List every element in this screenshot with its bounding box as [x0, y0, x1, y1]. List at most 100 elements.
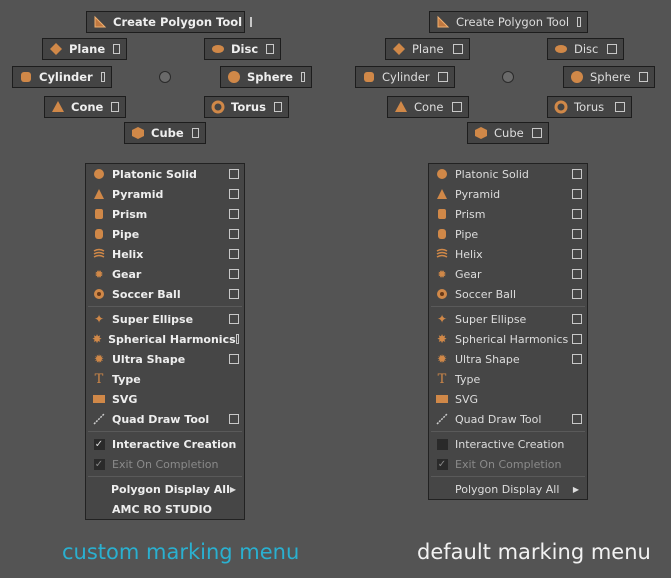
- option-box[interactable]: [235, 334, 239, 344]
- cube-item[interactable]: Cube: [467, 122, 549, 144]
- option-box[interactable]: [638, 72, 648, 82]
- list-item[interactable]: Soccer Ball: [429, 284, 587, 304]
- option-box[interactable]: [300, 72, 305, 82]
- list-item[interactable]: Quad Draw Tool: [86, 409, 244, 429]
- option-box[interactable]: [572, 314, 582, 324]
- option-box[interactable]: [572, 414, 582, 424]
- list-item[interactable]: Polygon Display All ▶: [86, 479, 244, 499]
- list-item[interactable]: ✦ Super Ellipse: [86, 309, 244, 329]
- disc-item[interactable]: Disc: [204, 38, 281, 60]
- item-label: Exit On Completion: [112, 457, 219, 471]
- plane-item[interactable]: Plane: [42, 38, 127, 60]
- option-box[interactable]: [229, 269, 239, 279]
- option-box[interactable]: [111, 102, 119, 112]
- option-box[interactable]: [250, 17, 253, 27]
- list-item[interactable]: ✦ Super Ellipse: [429, 309, 587, 329]
- list-item[interactable]: Prism: [429, 204, 587, 224]
- option-box[interactable]: [607, 44, 617, 54]
- list-item[interactable]: Pipe: [86, 224, 244, 244]
- option-box[interactable]: [229, 289, 239, 299]
- prism-icon: [435, 207, 449, 221]
- cone-item[interactable]: Cone: [387, 96, 469, 118]
- option-box[interactable]: [229, 249, 239, 259]
- list-item[interactable]: ✹ Gear: [86, 264, 244, 284]
- list-item[interactable]: SVG: [429, 389, 587, 409]
- cube-item[interactable]: Cube: [124, 122, 206, 144]
- option-box[interactable]: [273, 102, 282, 112]
- list-item[interactable]: Quad Draw Tool: [429, 409, 587, 429]
- plane-item[interactable]: Plane: [385, 38, 470, 60]
- list-item[interactable]: Platonic Solid: [429, 164, 587, 184]
- option-box[interactable]: [229, 209, 239, 219]
- disc-item[interactable]: Disc: [547, 38, 624, 60]
- cylinder-item[interactable]: Cylinder: [355, 66, 455, 88]
- list-item[interactable]: Interactive Creation: [429, 434, 587, 454]
- list-item[interactable]: ✸ Spherical Harmonics: [429, 329, 587, 349]
- list-item[interactable]: Pipe: [429, 224, 587, 244]
- separator: [431, 476, 585, 477]
- option-box[interactable]: [266, 44, 274, 54]
- option-box[interactable]: [438, 72, 448, 82]
- disc-icon: [211, 42, 225, 56]
- option-box[interactable]: [572, 289, 582, 299]
- option-box[interactable]: [229, 169, 239, 179]
- list-item[interactable]: T Type: [86, 369, 244, 389]
- ultra-shape-icon: ✹: [436, 352, 448, 366]
- option-box[interactable]: [229, 314, 239, 324]
- option-box[interactable]: [229, 354, 239, 364]
- option-box[interactable]: [572, 269, 582, 279]
- list-item[interactable]: ✹ Ultra Shape: [429, 349, 587, 369]
- option-box[interactable]: [453, 44, 463, 54]
- platonic-solid-icon: [435, 167, 449, 181]
- list-item[interactable]: Pyramid: [86, 184, 244, 204]
- list-item[interactable]: SVG: [86, 389, 244, 409]
- option-box[interactable]: [572, 229, 582, 239]
- option-box[interactable]: [229, 189, 239, 199]
- list-item[interactable]: Helix: [86, 244, 244, 264]
- list-item[interactable]: Prism: [86, 204, 244, 224]
- torus-item[interactable]: Torus: [547, 96, 632, 118]
- option-box[interactable]: [452, 102, 462, 112]
- checked-icon[interactable]: ✓: [92, 437, 106, 451]
- option-box[interactable]: [615, 102, 625, 112]
- default-caption: default marking menu: [417, 540, 651, 564]
- list-item[interactable]: ✹ Gear: [429, 264, 587, 284]
- sphere-item[interactable]: Sphere: [563, 66, 655, 88]
- list-item[interactable]: Helix: [429, 244, 587, 264]
- list-item[interactable]: Polygon Display All ▶: [429, 479, 587, 499]
- create-polygon-tool-item[interactable]: Create Polygon Tool: [429, 11, 588, 33]
- option-box[interactable]: [577, 17, 581, 27]
- option-box[interactable]: [532, 128, 542, 138]
- option-box[interactable]: [572, 334, 582, 344]
- option-box[interactable]: [572, 249, 582, 259]
- list-item[interactable]: ✹ Ultra Shape: [86, 349, 244, 369]
- option-box[interactable]: [572, 189, 582, 199]
- cylinder-item[interactable]: Cylinder: [12, 66, 112, 88]
- unchecked-icon[interactable]: [435, 437, 449, 451]
- list-item[interactable]: AMC RO STUDIO: [86, 499, 244, 519]
- separator: [88, 431, 242, 432]
- disc-icon: [554, 42, 568, 56]
- spacer-icon: [435, 482, 449, 496]
- option-box[interactable]: [572, 169, 582, 179]
- option-box[interactable]: [113, 44, 120, 54]
- cone-item[interactable]: Cone: [44, 96, 126, 118]
- list-item[interactable]: ✸ Spherical Harmonics: [86, 329, 244, 349]
- list-item[interactable]: T Type: [429, 369, 587, 389]
- option-box[interactable]: [100, 72, 105, 82]
- sphere-item[interactable]: Sphere: [220, 66, 312, 88]
- item-label: Gear: [455, 267, 482, 281]
- option-box[interactable]: [229, 414, 239, 424]
- option-box[interactable]: [572, 354, 582, 364]
- list-item[interactable]: ✓ Interactive Creation: [86, 434, 244, 454]
- create-polygon-tool-item[interactable]: Create Polygon Tool: [86, 11, 253, 33]
- option-box[interactable]: [572, 209, 582, 219]
- separator: [431, 306, 585, 307]
- helix-icon: [92, 247, 106, 261]
- option-box[interactable]: [191, 128, 199, 138]
- torus-item[interactable]: Torus: [204, 96, 289, 118]
- list-item[interactable]: Soccer Ball: [86, 284, 244, 304]
- option-box[interactable]: [229, 229, 239, 239]
- list-item[interactable]: Platonic Solid: [86, 164, 244, 184]
- list-item[interactable]: Pyramid: [429, 184, 587, 204]
